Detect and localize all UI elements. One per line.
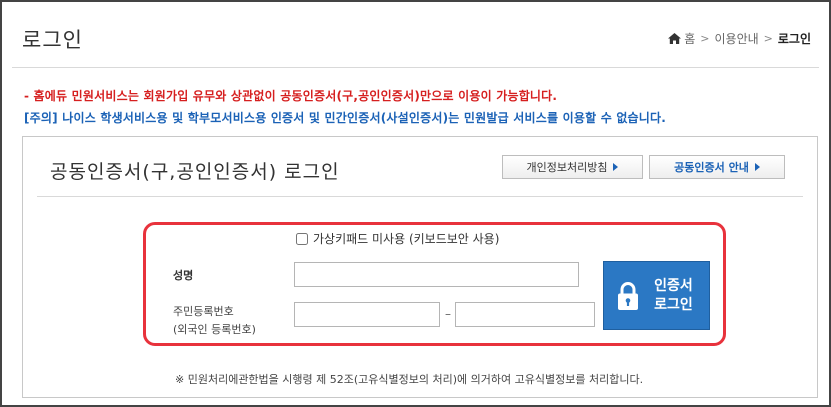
notice-blue: [주의] 나이스 학생서비스용 및 학부모서비스용 인증서 및 민간인증서(사설… [24,111,667,125]
page-frame: 로그인 홈 > 이용안내 > 로그인 - 홈에듀 민원서비스는 회원가입 유무와… [0,0,831,407]
cert-login-button[interactable]: 인증서 로그인 [603,261,710,330]
login-title: 공동인증서(구,공인인증서) 로그인 [50,161,340,183]
caret-right-icon [754,163,760,171]
keypad-checkbox-label: 가상키패드 미사용 (키보드보안 사용) [313,232,500,246]
keypad-checkbox[interactable] [296,232,308,245]
name-input[interactable] [294,262,579,287]
rrn-dash: – [445,307,451,321]
rrn-back-input[interactable] [455,302,595,327]
notice-red: - 홈에듀 민원서비스는 회원가입 유무와 상관없이 공동인증서(구,공인인증서… [24,89,558,103]
lock-icon [617,281,638,310]
caret-right-icon [613,163,619,171]
home-icon[interactable] [668,33,682,44]
rrn-label: 주민등록번호 (외국인 등록번호) [173,303,256,339]
rrn-front-input[interactable] [294,302,440,327]
privacy-policy-label: 개인정보처리방침 [526,161,608,174]
cert-login-label: 인증서 로그인 [650,277,698,315]
name-label: 성명 [173,269,194,282]
login-divider [37,196,803,197]
breadcrumb-item-home[interactable]: 홈 [684,30,695,47]
login-panel: 공동인증서(구,공인인증서) 로그인 개인정보처리방침 공동인증서 안내 가상키… [22,136,818,398]
privacy-footnote: ※ 민원처리에관한법을 시행령 제 52조(고유식별정보의 처리)에 의거하여 … [175,373,644,386]
cert-guide-button[interactable]: 공동인증서 안내 [649,155,785,179]
rrn-label-line2: (외국인 등록번호) [173,323,256,336]
breadcrumb: 홈 > 이용안내 > 로그인 [668,30,811,47]
rrn-label-line1: 주민등록번호 [173,305,234,318]
title-divider [12,67,819,68]
breadcrumb-separator: > [700,32,710,45]
privacy-policy-button[interactable]: 개인정보처리방침 [502,155,643,179]
keypad-option[interactable]: 가상키패드 미사용 (키보드보안 사용) [296,230,499,247]
cert-guide-label: 공동인증서 안내 [674,161,749,174]
breadcrumb-item-guide[interactable]: 이용안내 [714,30,758,47]
page-title: 로그인 [22,28,83,52]
breadcrumb-separator: > [763,32,773,45]
cert-login-label-line2: 로그인 [654,296,693,313]
breadcrumb-item-current: 로그인 [777,32,811,46]
cert-login-label-line1: 인증서 [654,277,693,294]
